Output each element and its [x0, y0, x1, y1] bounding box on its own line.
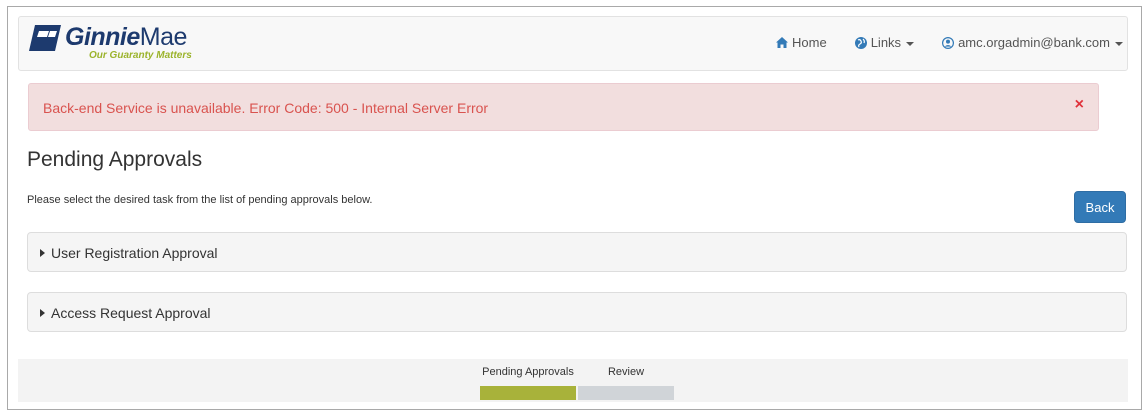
step-indicator — [480, 386, 576, 400]
workflow-progress: Pending Approvals Review — [18, 359, 1128, 402]
nav-home-label: Home — [792, 35, 827, 50]
caret-right-icon — [40, 309, 45, 317]
panel-title: Access Request Approval — [51, 305, 211, 321]
globe-icon — [854, 36, 867, 49]
step-pending-approvals: Pending Approvals — [480, 365, 576, 400]
chevron-down-icon — [906, 41, 915, 46]
user-circle-icon — [942, 36, 955, 49]
logo-brand-light: Mae — [139, 23, 188, 51]
chevron-down-icon — [1115, 41, 1123, 46]
top-navbar: GinnieMae Our Guaranty Matters Home Link… — [18, 16, 1128, 71]
panel-access-request-approval[interactable]: Access Request Approval — [27, 292, 1127, 332]
logo-brand-bold: Ginnie — [65, 23, 140, 51]
instructions-text: Please select the desired task from the … — [27, 194, 373, 206]
ginnie-mae-logo[interactable]: GinnieMae Our Guaranty Matters — [27, 21, 237, 67]
home-icon — [776, 37, 789, 48]
nav-user-dropdown[interactable]: amc.orgadmin@bank.com — [942, 35, 1123, 50]
page-title: Pending Approvals — [27, 148, 203, 171]
back-button[interactable]: Back — [1074, 191, 1126, 223]
nav-user-label: amc.orgadmin@bank.com — [958, 35, 1110, 50]
nav-home-link[interactable]: Home — [776, 35, 827, 50]
close-icon[interactable]: × — [1075, 96, 1084, 114]
caret-right-icon — [40, 249, 45, 257]
nav-links-label: Links — [870, 35, 902, 50]
step-label: Pending Approvals — [482, 366, 574, 378]
logo-tagline: Our Guaranty Matters — [89, 50, 192, 61]
step-label: Review — [607, 366, 645, 378]
panel-title: User Registration Approval — [51, 245, 218, 261]
panel-user-registration-approval[interactable]: User Registration Approval — [27, 232, 1127, 272]
logo-flag-icon — [29, 25, 61, 51]
nav-menu: Home Links amc.orgadmin@bank.com — [748, 35, 1123, 50]
error-alert: Back-end Service is unavailable. Error C… — [28, 83, 1099, 131]
step-review: Review — [578, 365, 674, 400]
step-indicator — [578, 386, 674, 400]
nav-links-dropdown[interactable]: Links — [854, 35, 915, 50]
alert-message: Back-end Service is unavailable. Error C… — [43, 100, 489, 116]
logo-wordmark: GinnieMae — [65, 23, 187, 52]
